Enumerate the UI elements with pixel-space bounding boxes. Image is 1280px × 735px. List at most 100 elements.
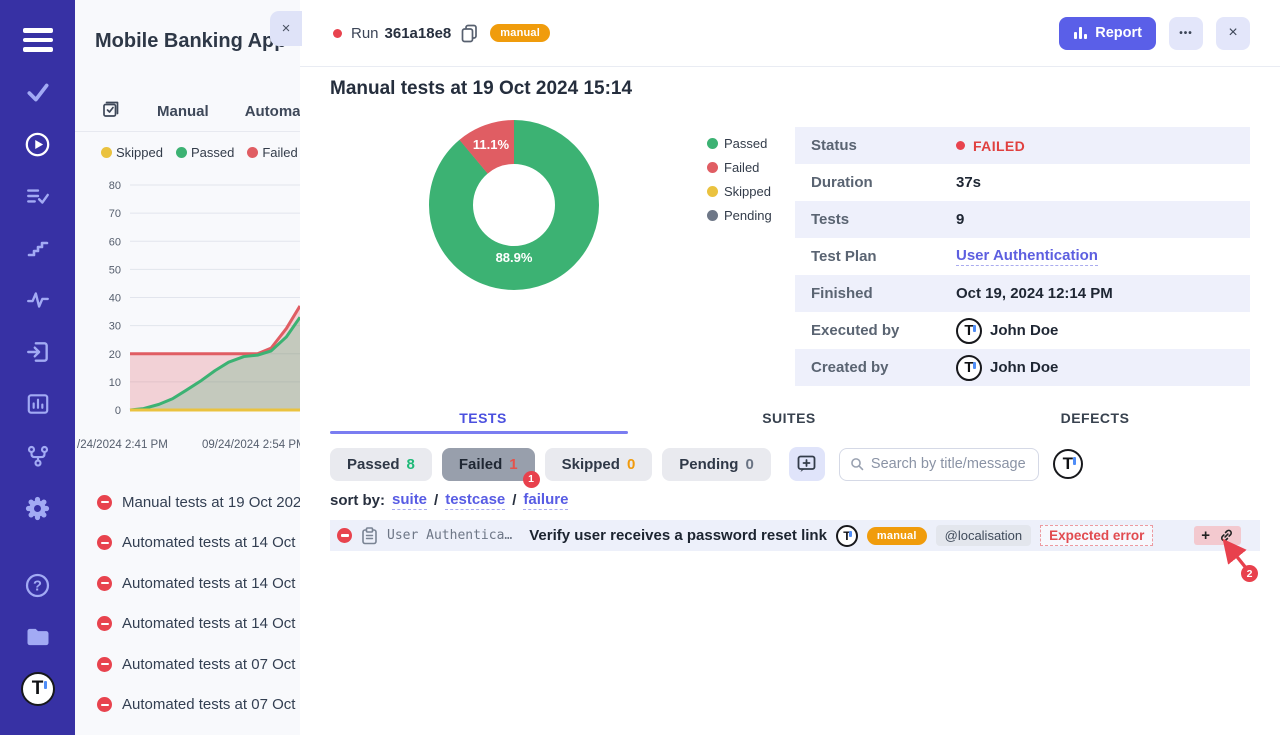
tab-defects[interactable]: DEFECTS xyxy=(942,410,1248,426)
copy-icon xyxy=(461,24,478,43)
svg-text:70: 70 xyxy=(109,208,121,220)
info-row-status: Status FAILED xyxy=(795,127,1250,164)
filter-skipped-button[interactable]: Skipped0 xyxy=(545,448,653,481)
annotation-badge: 2 xyxy=(1241,565,1258,582)
run-list-item[interactable]: Automated tests at 14 Oct 2024 xyxy=(75,523,300,564)
copy-run-id-button[interactable] xyxy=(461,24,478,43)
svg-text:0: 0 xyxy=(115,405,121,417)
project-title: Mobile Banking App xyxy=(95,30,286,53)
failed-status-icon xyxy=(97,535,112,550)
trend-area-chart: 01020304050607080 xyxy=(75,164,300,432)
trend-chart-legend: Skipped Passed Failed xyxy=(101,145,298,160)
logo-t-avatar[interactable]: T xyxy=(0,663,75,715)
failed-dot xyxy=(247,147,258,158)
test-result-row[interactable]: User Authentica… Verify user receives a … xyxy=(330,520,1260,551)
sort-by-suite-link[interactable]: suite xyxy=(392,491,427,510)
tab-automated[interactable]: Automated xyxy=(245,103,300,120)
donut-legend: Passed Failed Skipped Pending xyxy=(707,136,772,223)
run-list-item[interactable]: Automated tests at 14 Oct 2024 xyxy=(75,563,300,604)
report-chart-icon xyxy=(1073,26,1088,40)
status-dot xyxy=(956,141,965,150)
svg-text:?: ? xyxy=(33,578,42,594)
add-action-button[interactable]: + xyxy=(1201,528,1210,543)
test-title[interactable]: Verify user receives a password reset li… xyxy=(529,527,827,544)
more-options-button[interactable]: ••• xyxy=(1169,17,1203,50)
skipped-dot xyxy=(707,186,718,197)
pending-dot xyxy=(707,210,718,221)
donut-failed-label: 11.1% xyxy=(473,137,510,152)
help-question-icon[interactable]: ? xyxy=(0,559,75,611)
sort-by-testcase-link[interactable]: testcase xyxy=(445,491,505,510)
failed-dot xyxy=(707,162,718,173)
svg-text:20: 20 xyxy=(109,349,121,361)
filters-row: Passed8 Failed11 Skipped0 Pending0 T xyxy=(330,447,1083,481)
sort-by-failure-link[interactable]: failure xyxy=(523,491,568,510)
runs-list: Manual tests at 19 Oct 2024 Automated te… xyxy=(75,482,300,725)
comment-plus-icon xyxy=(797,455,816,473)
info-row-executed-by: Executed by TJohn Doe xyxy=(795,312,1250,349)
filter-pending-button[interactable]: Pending0 xyxy=(662,448,771,481)
passed-dot xyxy=(707,138,718,149)
svg-text:50: 50 xyxy=(109,264,121,276)
check-icon[interactable] xyxy=(0,66,75,118)
run-label: Run xyxy=(351,25,379,42)
failed-status-icon xyxy=(97,657,112,672)
assignee-avatar: T xyxy=(836,525,858,547)
svg-text:30: 30 xyxy=(109,321,121,333)
collapse-panel-button[interactable]: × xyxy=(270,11,302,46)
skipped-dot xyxy=(101,147,112,158)
branch-icon[interactable] xyxy=(0,430,75,482)
x-axis-label-1: /24/2024 2:41 PM xyxy=(77,439,168,451)
tab-suites[interactable]: SUITES xyxy=(636,410,942,426)
user-filter-avatar[interactable]: T xyxy=(1053,449,1083,479)
runs-checklist-icon[interactable] xyxy=(101,99,121,124)
app-sidebar: ? T xyxy=(0,0,75,735)
test-plan-link[interactable]: User Authentication xyxy=(956,247,1098,266)
failed-status-icon xyxy=(337,528,352,543)
info-row-created-by: Created by TJohn Doe xyxy=(795,349,1250,386)
status-badge: FAILED xyxy=(973,138,1025,154)
failed-status-icon xyxy=(97,697,112,712)
info-row-finished: Finished Oct 19, 2024 12:14 PM xyxy=(795,275,1250,312)
donut-passed-label: 88.9% xyxy=(496,250,533,265)
tab-manual[interactable]: Manual xyxy=(157,103,209,120)
results-donut-chart: 88.9% 11.1% xyxy=(414,110,614,300)
sign-in-icon[interactable] xyxy=(0,326,75,378)
run-list-item[interactable]: Manual tests at 19 Oct 2024 xyxy=(75,482,300,523)
search-box xyxy=(839,448,1039,481)
run-detail-pane: × Run 361a18e8 manual Report ••• × Manua… xyxy=(300,0,1280,735)
run-detail-content: Manual tests at 19 Oct 2024 15:14 88.9% … xyxy=(300,67,1280,735)
filter-failed-button[interactable]: Failed11 xyxy=(442,448,535,481)
steps-icon[interactable] xyxy=(0,222,75,274)
close-button[interactable]: × xyxy=(1216,17,1250,50)
activity-pulse-icon[interactable] xyxy=(0,274,75,326)
settings-gear-icon[interactable] xyxy=(0,482,75,534)
report-button[interactable]: Report xyxy=(1059,17,1156,50)
list-check-icon[interactable] xyxy=(0,170,75,222)
svg-text:60: 60 xyxy=(109,236,121,248)
info-row-duration: Duration 37s xyxy=(795,164,1250,201)
folder-icon[interactable] xyxy=(0,611,75,663)
run-list-item[interactable]: Automated tests at 07 Oct 2024 xyxy=(75,644,300,685)
play-circle-icon[interactable] xyxy=(0,118,75,170)
search-icon xyxy=(850,456,864,472)
tab-tests[interactable]: TESTS xyxy=(330,410,636,426)
failed-status-icon xyxy=(97,616,112,631)
hamburger-menu-icon[interactable] xyxy=(0,14,75,66)
test-tag[interactable]: @localisation xyxy=(936,525,1032,546)
comment-add-button[interactable] xyxy=(789,447,825,481)
suite-name[interactable]: User Authentica… xyxy=(387,528,512,543)
failed-status-icon xyxy=(97,576,112,591)
failed-status-icon xyxy=(97,495,112,510)
user-avatar: T xyxy=(956,355,982,381)
passed-dot xyxy=(176,147,187,158)
bar-chart-icon[interactable] xyxy=(0,378,75,430)
failed-count-badge: 1 xyxy=(523,471,540,488)
run-list-item[interactable]: Automated tests at 07 Oct 2024 xyxy=(75,685,300,726)
results-tabs: TESTS SUITES DEFECTS xyxy=(330,410,1250,426)
search-input[interactable] xyxy=(871,456,1028,472)
run-list-item[interactable]: Automated tests at 14 Oct 2024 xyxy=(75,604,300,645)
test-type-badge: manual xyxy=(867,527,927,545)
filter-passed-button[interactable]: Passed8 xyxy=(330,448,432,481)
run-type-tabs: Manual Automated xyxy=(75,92,300,132)
